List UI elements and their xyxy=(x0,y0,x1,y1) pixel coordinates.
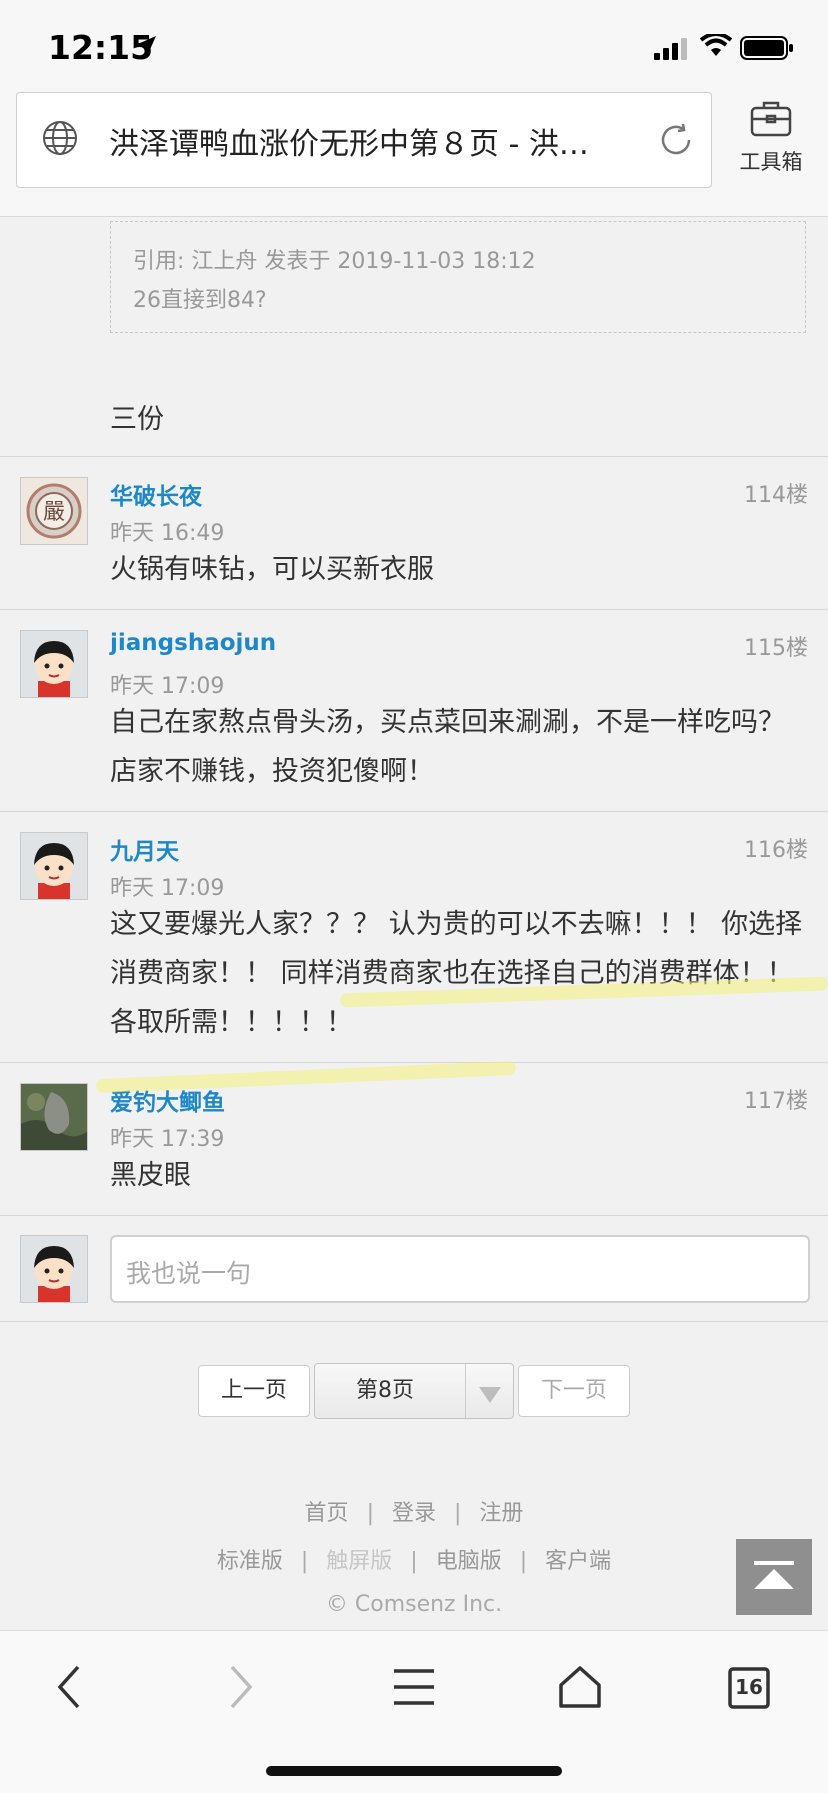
back-to-top-button[interactable] xyxy=(736,1539,812,1615)
username[interactable]: 九月天 xyxy=(110,832,179,866)
post-time: 昨天 17:09 xyxy=(110,876,225,901)
footer-separator: | xyxy=(300,1549,309,1574)
cellular-signal-icon xyxy=(654,38,690,64)
post-item: 九月天 116楼 昨天 17:09 这又要爆光人家？？？ 认为贵的可以不去嘛！！… xyxy=(0,812,828,1062)
home-indicator xyxy=(266,1766,562,1776)
username[interactable]: jiangshaojun xyxy=(110,630,276,656)
footer-link-home[interactable]: 首页 xyxy=(305,1501,349,1526)
svg-text:嚴: 嚴 xyxy=(43,500,65,525)
back-icon[interactable] xyxy=(52,1665,88,1713)
globe-icon xyxy=(41,119,79,161)
post-item: 嚴 华破长夜 114楼 昨天 16:49 火锅有味钻，可以买新衣服 xyxy=(0,457,828,609)
footer-copyright: © Comsenz Inc. xyxy=(325,1592,503,1617)
address-bar[interactable]: 洪泽谭鸭血涨价无形中第８页 - 洪… xyxy=(16,92,712,188)
page-select-value: 第8页 xyxy=(356,1378,414,1403)
post-text: 自己在家熬点骨头汤，买点菜回来涮涮，不是一样吃吗？店家不赚钱，投资犯傻啊！ xyxy=(110,707,785,787)
footer-link-client[interactable]: 客户端 xyxy=(545,1549,611,1574)
back-to-top-icon xyxy=(736,1539,812,1619)
avatar[interactable] xyxy=(20,832,88,900)
footer-link-login[interactable]: 登录 xyxy=(392,1501,436,1526)
footer-separator: | xyxy=(366,1501,374,1526)
status-bar: 12:15 xyxy=(0,0,828,90)
post-text: 火锅有味钻，可以买新衣服 xyxy=(110,554,434,585)
toolbox-icon xyxy=(749,101,793,142)
page-title: 洪泽谭鸭血涨价无形中第８页 - 洪… xyxy=(109,127,589,162)
footer-link-register[interactable]: 注册 xyxy=(479,1501,523,1526)
post-text: 黑皮眼 xyxy=(110,1160,191,1191)
wifi-icon xyxy=(699,32,733,62)
username[interactable]: 华破长夜 xyxy=(110,477,202,511)
footer-separator: | xyxy=(454,1501,462,1526)
footer-link-touch: 触屏版 xyxy=(326,1549,393,1574)
post-time: 昨天 17:39 xyxy=(110,1127,225,1152)
post-item: jiangshaojun 115楼 昨天 17:09 自己在家熬点骨头汤，买点菜… xyxy=(0,610,828,810)
forward-icon[interactable] xyxy=(222,1665,258,1713)
reload-icon[interactable] xyxy=(657,121,695,163)
post-time: 昨天 16:49 xyxy=(110,521,225,546)
post-time: 昨天 17:09 xyxy=(110,674,225,699)
footer-separator: | xyxy=(410,1549,418,1574)
avatar[interactable] xyxy=(20,1083,88,1151)
floor-number: 115楼 xyxy=(744,636,808,661)
menu-icon[interactable] xyxy=(392,1665,436,1713)
footer-links-versions: 标准版 | 触屏版 | 电脑版 | 客户端 xyxy=(0,1543,828,1575)
dropdown-arrow-icon xyxy=(479,1384,501,1409)
comment-placeholder: 我也说一句 xyxy=(126,1259,252,1288)
footer-links-primary: 首页 | 登录 | 注册 xyxy=(0,1495,828,1527)
avatar[interactable] xyxy=(20,630,88,698)
footer-link-desktop[interactable]: 电脑版 xyxy=(436,1549,502,1574)
toolbox-label: 工具箱 xyxy=(739,150,803,174)
tabs-icon[interactable]: 16 xyxy=(728,1667,770,1713)
select-divider xyxy=(465,1364,466,1418)
avatar[interactable]: 嚴 xyxy=(20,477,88,545)
footer-link-standard[interactable]: 标准版 xyxy=(217,1549,283,1574)
quote-text: 26直接到84? xyxy=(133,288,267,313)
battery-icon xyxy=(740,36,794,64)
browser-toolbar: 洪泽谭鸭血涨价无形中第８页 - 洪… 工具箱 xyxy=(0,90,828,217)
location-arrow-icon xyxy=(136,34,158,60)
post-text: 这又要爆光人家？？？ 认为贵的可以不去嘛！！！ 你选择消费商家！！ 同样消费商家… xyxy=(110,909,803,1038)
divider xyxy=(0,1215,828,1216)
floor-number: 116楼 xyxy=(744,838,808,863)
floor-number: 114楼 xyxy=(744,483,808,508)
next-page-button[interactable]: 下一页 xyxy=(518,1365,630,1417)
toolbox-button[interactable]: 工具箱 xyxy=(726,98,816,176)
comment-input[interactable]: 我也说一句 xyxy=(110,1235,810,1303)
footer-separator: | xyxy=(519,1549,528,1574)
quote-header: 引用: 江上舟 发表于 2019-11-03 18:12 xyxy=(133,249,536,274)
prev-page-button[interactable]: 上一页 xyxy=(198,1365,310,1417)
home-icon[interactable] xyxy=(558,1665,602,1713)
post-text: 三份 xyxy=(110,404,164,435)
quote-block: 引用: 江上舟 发表于 2019-11-03 18:12 26直接到84? xyxy=(110,221,806,333)
floor-number: 117楼 xyxy=(744,1089,808,1114)
divider xyxy=(0,1321,828,1322)
current-user-avatar xyxy=(20,1235,88,1303)
tab-count: 16 xyxy=(735,1675,763,1699)
page-select[interactable]: 第8页 xyxy=(314,1363,514,1419)
